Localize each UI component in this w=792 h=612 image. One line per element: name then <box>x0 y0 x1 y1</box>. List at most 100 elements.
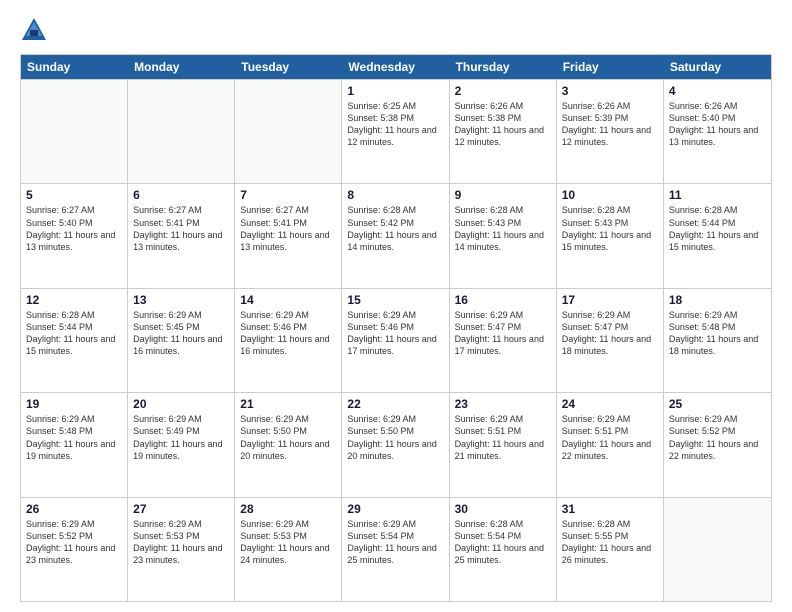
logo-icon <box>20 16 48 44</box>
weekday-header-wednesday: Wednesday <box>342 55 449 79</box>
day-cell-25: 25 Sunrise: 6:29 AM Sunset: 5:52 PM Dayli… <box>664 393 771 496</box>
day-info: Sunrise: 6:26 AM Sunset: 5:38 PM Dayligh… <box>455 100 551 149</box>
day-cell-17: 17Sunrise: 6:29 AM Sunset: 5:47 PM Dayli… <box>557 289 664 392</box>
day-cell-14: 14 Sunrise: 6:29 AM Sunset: 5:46 PM Dayli… <box>235 289 342 392</box>
logo <box>20 16 52 44</box>
day-cell-21: 21Sunrise: 6:29 AM Sunset: 5:50 PM Dayli… <box>235 393 342 496</box>
day-info: Sunrise: 6:28 AM Sunset: 5:43 PM Dayligh… <box>455 204 551 253</box>
day-info: Sunrise: 6:26 AM Sunset: 5:39 PM Dayligh… <box>562 100 658 149</box>
day-number: 27 <box>133 502 229 516</box>
day-number: 21 <box>240 397 336 411</box>
day-cell-23: 23 Sunrise: 6:29 AM Sunset: 5:51 PM Dayli… <box>450 393 557 496</box>
day-number: 14 <box>240 293 336 307</box>
day-cell-28: 28 Sunrise: 6:29 AM Sunset: 5:53 PM Dayli… <box>235 498 342 601</box>
page: SundayMondayTuesdayWednesdayThursdayFrid… <box>0 0 792 612</box>
day-info: Sunrise: 6:28 AM Sunset: 5:55 PM Dayligh… <box>562 518 658 567</box>
empty-cell <box>128 80 235 183</box>
day-info: Sunrise: 6:26 AM Sunset: 5:40 PM Dayligh… <box>669 100 766 149</box>
day-cell-16: 16 Sunrise: 6:29 AM Sunset: 5:47 PM Dayli… <box>450 289 557 392</box>
day-cell-20: 20 Sunrise: 6:29 AM Sunset: 5:49 PM Dayli… <box>128 393 235 496</box>
day-info: Sunrise: 6:29 AM Sunset: 5:52 PM Dayligh… <box>26 518 122 567</box>
day-cell-4: 4 Sunrise: 6:26 AM Sunset: 5:40 PM Daylig… <box>664 80 771 183</box>
day-cell-12: 12 Sunrise: 6:28 AM Sunset: 5:44 PM Dayli… <box>21 289 128 392</box>
weekday-header-monday: Monday <box>128 55 235 79</box>
weekday-header-thursday: Thursday <box>450 55 557 79</box>
header <box>20 16 772 44</box>
day-info: Sunrise: 6:29 AM Sunset: 5:54 PM Dayligh… <box>347 518 443 567</box>
day-info: Sunrise: 6:29 AM Sunset: 5:47 PM Dayligh… <box>455 309 551 358</box>
day-info: Sunrise: 6:29 AM Sunset: 5:53 PM Dayligh… <box>240 518 336 567</box>
day-cell-9: 9 Sunrise: 6:28 AM Sunset: 5:43 PM Daylig… <box>450 184 557 287</box>
day-number: 20 <box>133 397 229 411</box>
day-info: Sunrise: 6:28 AM Sunset: 5:43 PM Dayligh… <box>562 204 658 253</box>
day-number: 23 <box>455 397 551 411</box>
day-number: 11 <box>669 188 766 202</box>
day-number: 4 <box>669 84 766 98</box>
day-info: Sunrise: 6:28 AM Sunset: 5:54 PM Dayligh… <box>455 518 551 567</box>
day-info: Sunrise: 6:29 AM Sunset: 5:46 PM Dayligh… <box>240 309 336 358</box>
day-number: 16 <box>455 293 551 307</box>
weekday-header-friday: Friday <box>557 55 664 79</box>
day-number: 30 <box>455 502 551 516</box>
day-number: 9 <box>455 188 551 202</box>
day-cell-18: 18Sunrise: 6:29 AM Sunset: 5:48 PM Dayli… <box>664 289 771 392</box>
day-number: 26 <box>26 502 122 516</box>
day-info: Sunrise: 6:29 AM Sunset: 5:53 PM Dayligh… <box>133 518 229 567</box>
day-cell-15: 15Sunrise: 6:29 AM Sunset: 5:46 PM Dayli… <box>342 289 449 392</box>
day-cell-2: 2 Sunrise: 6:26 AM Sunset: 5:38 PM Daylig… <box>450 80 557 183</box>
day-cell-8: 8Sunrise: 6:28 AM Sunset: 5:42 PM Daylig… <box>342 184 449 287</box>
day-cell-31: 31 Sunrise: 6:28 AM Sunset: 5:55 PM Dayli… <box>557 498 664 601</box>
day-cell-24: 24Sunrise: 6:29 AM Sunset: 5:51 PM Dayli… <box>557 393 664 496</box>
day-cell-26: 26 Sunrise: 6:29 AM Sunset: 5:52 PM Dayli… <box>21 498 128 601</box>
day-cell-7: 7Sunrise: 6:27 AM Sunset: 5:41 PM Daylig… <box>235 184 342 287</box>
calendar-body: 1 Sunrise: 6:25 AM Sunset: 5:38 PM Daylig… <box>21 79 771 601</box>
day-number: 29 <box>347 502 443 516</box>
day-number: 17 <box>562 293 658 307</box>
day-info: Sunrise: 6:29 AM Sunset: 5:51 PM Dayligh… <box>455 413 551 462</box>
day-info: Sunrise: 6:29 AM Sunset: 5:52 PM Dayligh… <box>669 413 766 462</box>
day-cell-5: 5 Sunrise: 6:27 AM Sunset: 5:40 PM Daylig… <box>21 184 128 287</box>
calendar-row-1: 5 Sunrise: 6:27 AM Sunset: 5:40 PM Daylig… <box>21 183 771 287</box>
day-cell-10: 10 Sunrise: 6:28 AM Sunset: 5:43 PM Dayli… <box>557 184 664 287</box>
day-info: Sunrise: 6:27 AM Sunset: 5:40 PM Dayligh… <box>26 204 122 253</box>
day-cell-6: 6 Sunrise: 6:27 AM Sunset: 5:41 PM Daylig… <box>128 184 235 287</box>
day-cell-11: 11 Sunrise: 6:28 AM Sunset: 5:44 PM Dayli… <box>664 184 771 287</box>
calendar-row-0: 1 Sunrise: 6:25 AM Sunset: 5:38 PM Daylig… <box>21 79 771 183</box>
day-cell-19: 19 Sunrise: 6:29 AM Sunset: 5:48 PM Dayli… <box>21 393 128 496</box>
day-number: 13 <box>133 293 229 307</box>
calendar-row-2: 12 Sunrise: 6:28 AM Sunset: 5:44 PM Dayli… <box>21 288 771 392</box>
day-info: Sunrise: 6:27 AM Sunset: 5:41 PM Dayligh… <box>240 204 336 253</box>
day-number: 2 <box>455 84 551 98</box>
day-info: Sunrise: 6:29 AM Sunset: 5:45 PM Dayligh… <box>133 309 229 358</box>
day-info: Sunrise: 6:25 AM Sunset: 5:38 PM Dayligh… <box>347 100 443 149</box>
day-info: Sunrise: 6:28 AM Sunset: 5:44 PM Dayligh… <box>26 309 122 358</box>
day-number: 28 <box>240 502 336 516</box>
day-number: 5 <box>26 188 122 202</box>
day-number: 12 <box>26 293 122 307</box>
day-number: 1 <box>347 84 443 98</box>
day-info: Sunrise: 6:29 AM Sunset: 5:46 PM Dayligh… <box>347 309 443 358</box>
day-info: Sunrise: 6:27 AM Sunset: 5:41 PM Dayligh… <box>133 204 229 253</box>
day-info: Sunrise: 6:29 AM Sunset: 5:48 PM Dayligh… <box>26 413 122 462</box>
day-cell-1: 1 Sunrise: 6:25 AM Sunset: 5:38 PM Daylig… <box>342 80 449 183</box>
day-cell-27: 27 Sunrise: 6:29 AM Sunset: 5:53 PM Dayli… <box>128 498 235 601</box>
day-cell-13: 13 Sunrise: 6:29 AM Sunset: 5:45 PM Dayli… <box>128 289 235 392</box>
empty-cell <box>664 498 771 601</box>
day-number: 22 <box>347 397 443 411</box>
day-info: Sunrise: 6:29 AM Sunset: 5:50 PM Dayligh… <box>347 413 443 462</box>
calendar-row-4: 26 Sunrise: 6:29 AM Sunset: 5:52 PM Dayli… <box>21 497 771 601</box>
day-number: 10 <box>562 188 658 202</box>
day-info: Sunrise: 6:29 AM Sunset: 5:51 PM Dayligh… <box>562 413 658 462</box>
weekday-header-saturday: Saturday <box>664 55 771 79</box>
day-number: 6 <box>133 188 229 202</box>
day-info: Sunrise: 6:29 AM Sunset: 5:48 PM Dayligh… <box>669 309 766 358</box>
day-number: 19 <box>26 397 122 411</box>
day-cell-22: 22 Sunrise: 6:29 AM Sunset: 5:50 PM Dayli… <box>342 393 449 496</box>
day-info: Sunrise: 6:29 AM Sunset: 5:49 PM Dayligh… <box>133 413 229 462</box>
day-number: 3 <box>562 84 658 98</box>
day-number: 25 <box>669 397 766 411</box>
day-info: Sunrise: 6:28 AM Sunset: 5:44 PM Dayligh… <box>669 204 766 253</box>
calendar-header: SundayMondayTuesdayWednesdayThursdayFrid… <box>21 55 771 79</box>
day-cell-3: 3 Sunrise: 6:26 AM Sunset: 5:39 PM Daylig… <box>557 80 664 183</box>
day-number: 31 <box>562 502 658 516</box>
